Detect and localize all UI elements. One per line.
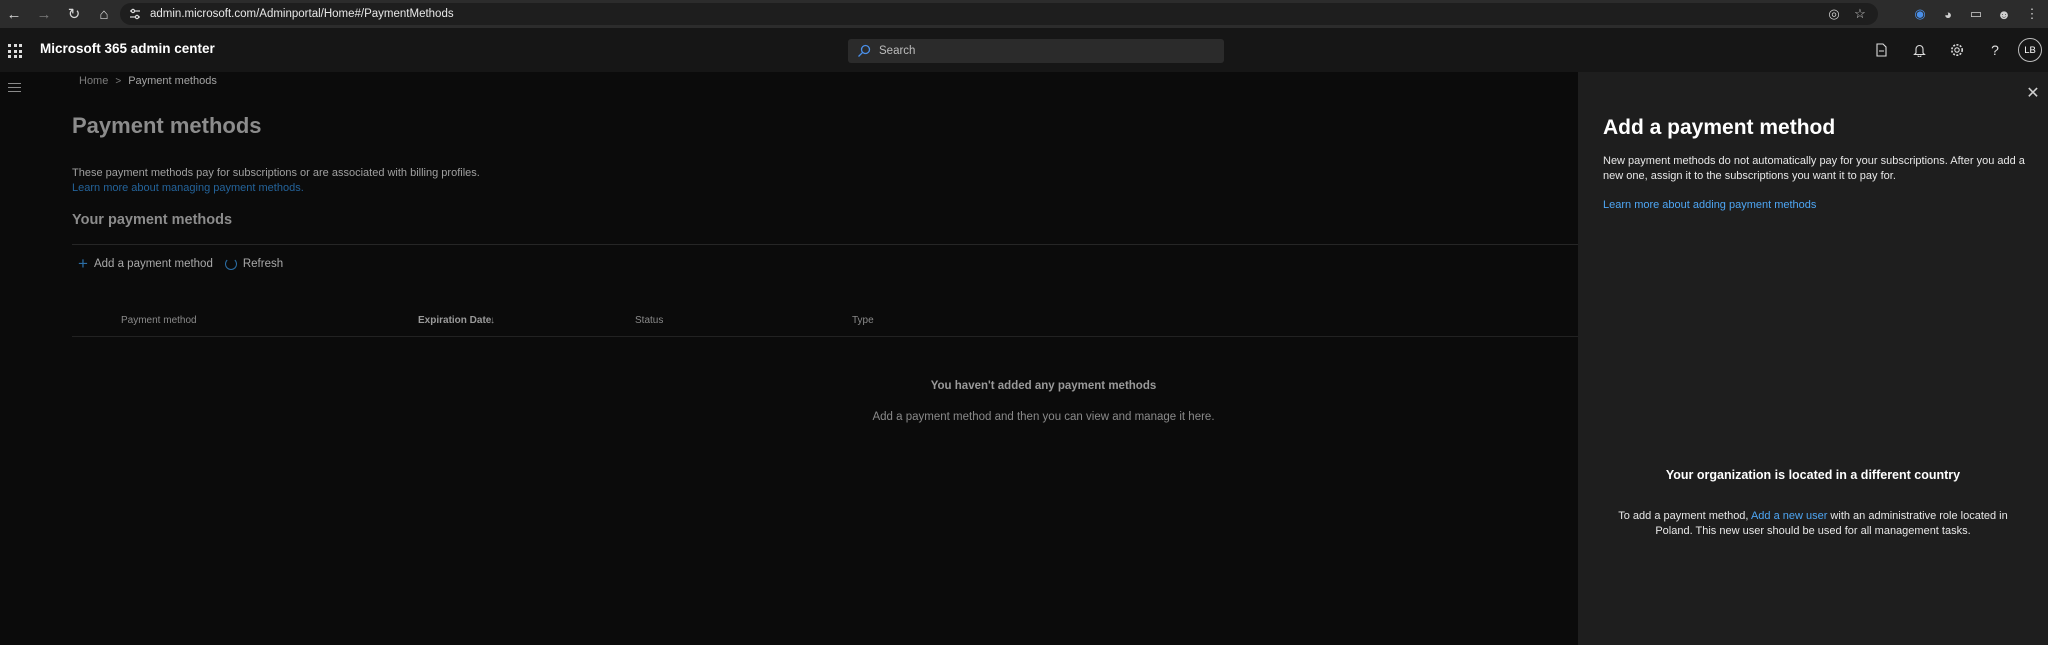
add-payment-panel: ✕ Add a payment method New payment metho… (1578, 72, 2048, 645)
extension-circle-icon[interactable]: ◉ (1912, 6, 1928, 22)
column-expiration-date[interactable]: Expiration Date (418, 315, 491, 326)
profile-icon[interactable]: ☻ (1996, 6, 2012, 22)
site-info-icon[interactable] (129, 8, 141, 20)
forward-icon[interactable]: → (32, 2, 56, 26)
table-divider (72, 336, 1578, 337)
main-content (0, 72, 1578, 645)
org-desc-prefix: To add a payment method, (1618, 510, 1751, 522)
panel-description: New payment methods do not automatically… (1603, 155, 2025, 182)
column-payment-method[interactable]: Payment method (121, 315, 197, 326)
divider (72, 244, 1578, 245)
section-title: Your payment methods (72, 212, 233, 228)
refresh-icon (224, 258, 237, 270)
chevron-right-icon: > (115, 75, 122, 87)
panel-title: Add a payment method (1603, 116, 1836, 139)
command-bar: + Add a payment method Refresh (78, 255, 295, 273)
page-description: These payment methods pay for subscripti… (72, 166, 480, 196)
sort-down-icon: ↓ (490, 315, 495, 326)
refresh-button[interactable]: Refresh (224, 258, 284, 270)
add-new-user-link[interactable]: Add a new user (1751, 510, 1827, 522)
app-launcher-icon[interactable] (8, 44, 22, 58)
search-icon (858, 44, 871, 57)
address-bar[interactable]: admin.microsoft.com/Adminportal/Home#/Pa… (120, 3, 1878, 25)
plus-icon: + (78, 254, 88, 273)
settings-gear-icon[interactable] (1938, 28, 1976, 72)
org-location-title: Your organization is located in a differ… (1665, 468, 1961, 482)
description-text: These payment methods pay for subscripti… (72, 167, 480, 179)
learn-more-payment-link[interactable]: Learn more about managing payment method… (72, 181, 480, 196)
notification-bell-icon[interactable] (1900, 28, 1938, 72)
breadcrumb-current: Payment methods (128, 75, 217, 87)
learn-more-adding-link[interactable]: Learn more about adding payment methods (1603, 199, 1816, 211)
extensions-puzzle-icon[interactable]: ▭ (1968, 6, 1984, 22)
column-type[interactable]: Type (852, 315, 874, 326)
breadcrumb-home[interactable]: Home (79, 75, 108, 87)
table-header: Payment method Expiration Date ↓ Status … (72, 310, 1578, 336)
search-input[interactable]: Search (848, 39, 1224, 63)
column-status[interactable]: Status (635, 315, 663, 326)
extension-arc-icon[interactable]: ◕ (1940, 6, 1956, 22)
browser-menu-icon[interactable]: ⋮ (2024, 6, 2040, 22)
org-location-description: To add a payment method, Add a new user … (1608, 509, 2018, 539)
browser-toolbar: ← → ↻ ⌂ admin.microsoft.com/Adminportal/… (0, 0, 2048, 28)
add-payment-method-label: Add a payment method (93, 258, 213, 270)
search-placeholder: Search (879, 45, 916, 57)
app-header: Microsoft 365 admin center Search ? LB (0, 28, 2048, 72)
eye-off-icon[interactable]: ◎ (1826, 6, 1842, 22)
home-icon[interactable]: ⌂ (92, 2, 116, 26)
url-text[interactable]: admin.microsoft.com/Adminportal/Home#/Pa… (150, 8, 454, 20)
add-payment-method-button[interactable]: + Add a payment method (78, 254, 213, 273)
breadcrumb: Home > Payment methods (79, 75, 217, 87)
back-icon[interactable]: ← (2, 2, 26, 26)
star-icon[interactable]: ☆ (1852, 6, 1868, 22)
refresh-label: Refresh (242, 258, 284, 270)
document-icon[interactable] (1862, 28, 1900, 72)
avatar[interactable]: LB (2018, 38, 2042, 62)
help-icon[interactable]: ? (1976, 28, 2014, 72)
page-title: Payment methods (72, 113, 262, 138)
close-icon[interactable]: ✕ (2024, 84, 2042, 102)
reload-icon[interactable]: ↻ (62, 2, 86, 26)
app-title[interactable]: Microsoft 365 admin center (40, 41, 215, 56)
nav-menu-icon[interactable] (8, 83, 21, 92)
